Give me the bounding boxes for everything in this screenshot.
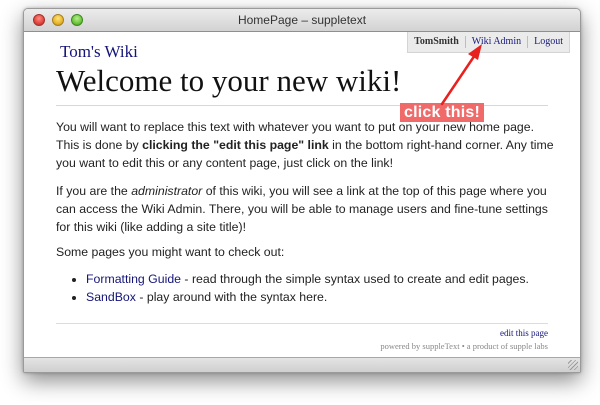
list-item: Formatting Guide - read through the simp…	[86, 270, 529, 288]
status-bar	[24, 357, 580, 372]
window-title: HomePage – suppletext	[237, 13, 367, 27]
bold-text: clicking the "edit this page" link	[142, 138, 329, 152]
list-item-desc: - read through the simple syntax used to…	[181, 272, 529, 286]
pages-intro: Some pages you might want to check out:	[56, 245, 285, 259]
text-span: If you are the	[56, 184, 132, 198]
user-bar: TomSmith Wiki Admin Logout	[407, 32, 570, 53]
divider	[56, 323, 548, 324]
sandbox-link[interactable]: SandBox	[86, 290, 136, 304]
site-title[interactable]: Tom's Wiki	[60, 42, 138, 62]
logout-link[interactable]: Logout	[527, 36, 569, 48]
list-item: SandBox - play around with the syntax he…	[86, 288, 529, 306]
browser-window: HomePage – suppletext TomSmith Wiki Admi…	[23, 8, 581, 373]
intro-paragraph: You will want to replace this text with …	[56, 118, 556, 172]
title-bar[interactable]: HomePage – suppletext	[24, 9, 580, 32]
resize-grip-icon[interactable]	[568, 360, 578, 370]
page-title: Welcome to your new wiki!	[56, 63, 402, 98]
admin-paragraph: If you are the administrator of this wik…	[56, 182, 556, 236]
page-content: TomSmith Wiki Admin Logout Tom's Wiki We…	[24, 32, 580, 358]
footer-credit: powered by suppleText • a product of sup…	[380, 341, 548, 351]
click-this-annotation: click this!	[400, 103, 485, 122]
page-list: Formatting Guide - read through the simp…	[72, 270, 529, 306]
formatting-guide-link[interactable]: Formatting Guide	[86, 272, 181, 286]
list-item-desc: - play around with the syntax here.	[135, 290, 328, 304]
wiki-admin-link[interactable]: Wiki Admin	[464, 36, 527, 48]
italic-text: administrator	[131, 184, 203, 198]
username: TomSmith	[414, 36, 459, 47]
edit-page-link[interactable]: edit this page	[500, 328, 548, 338]
